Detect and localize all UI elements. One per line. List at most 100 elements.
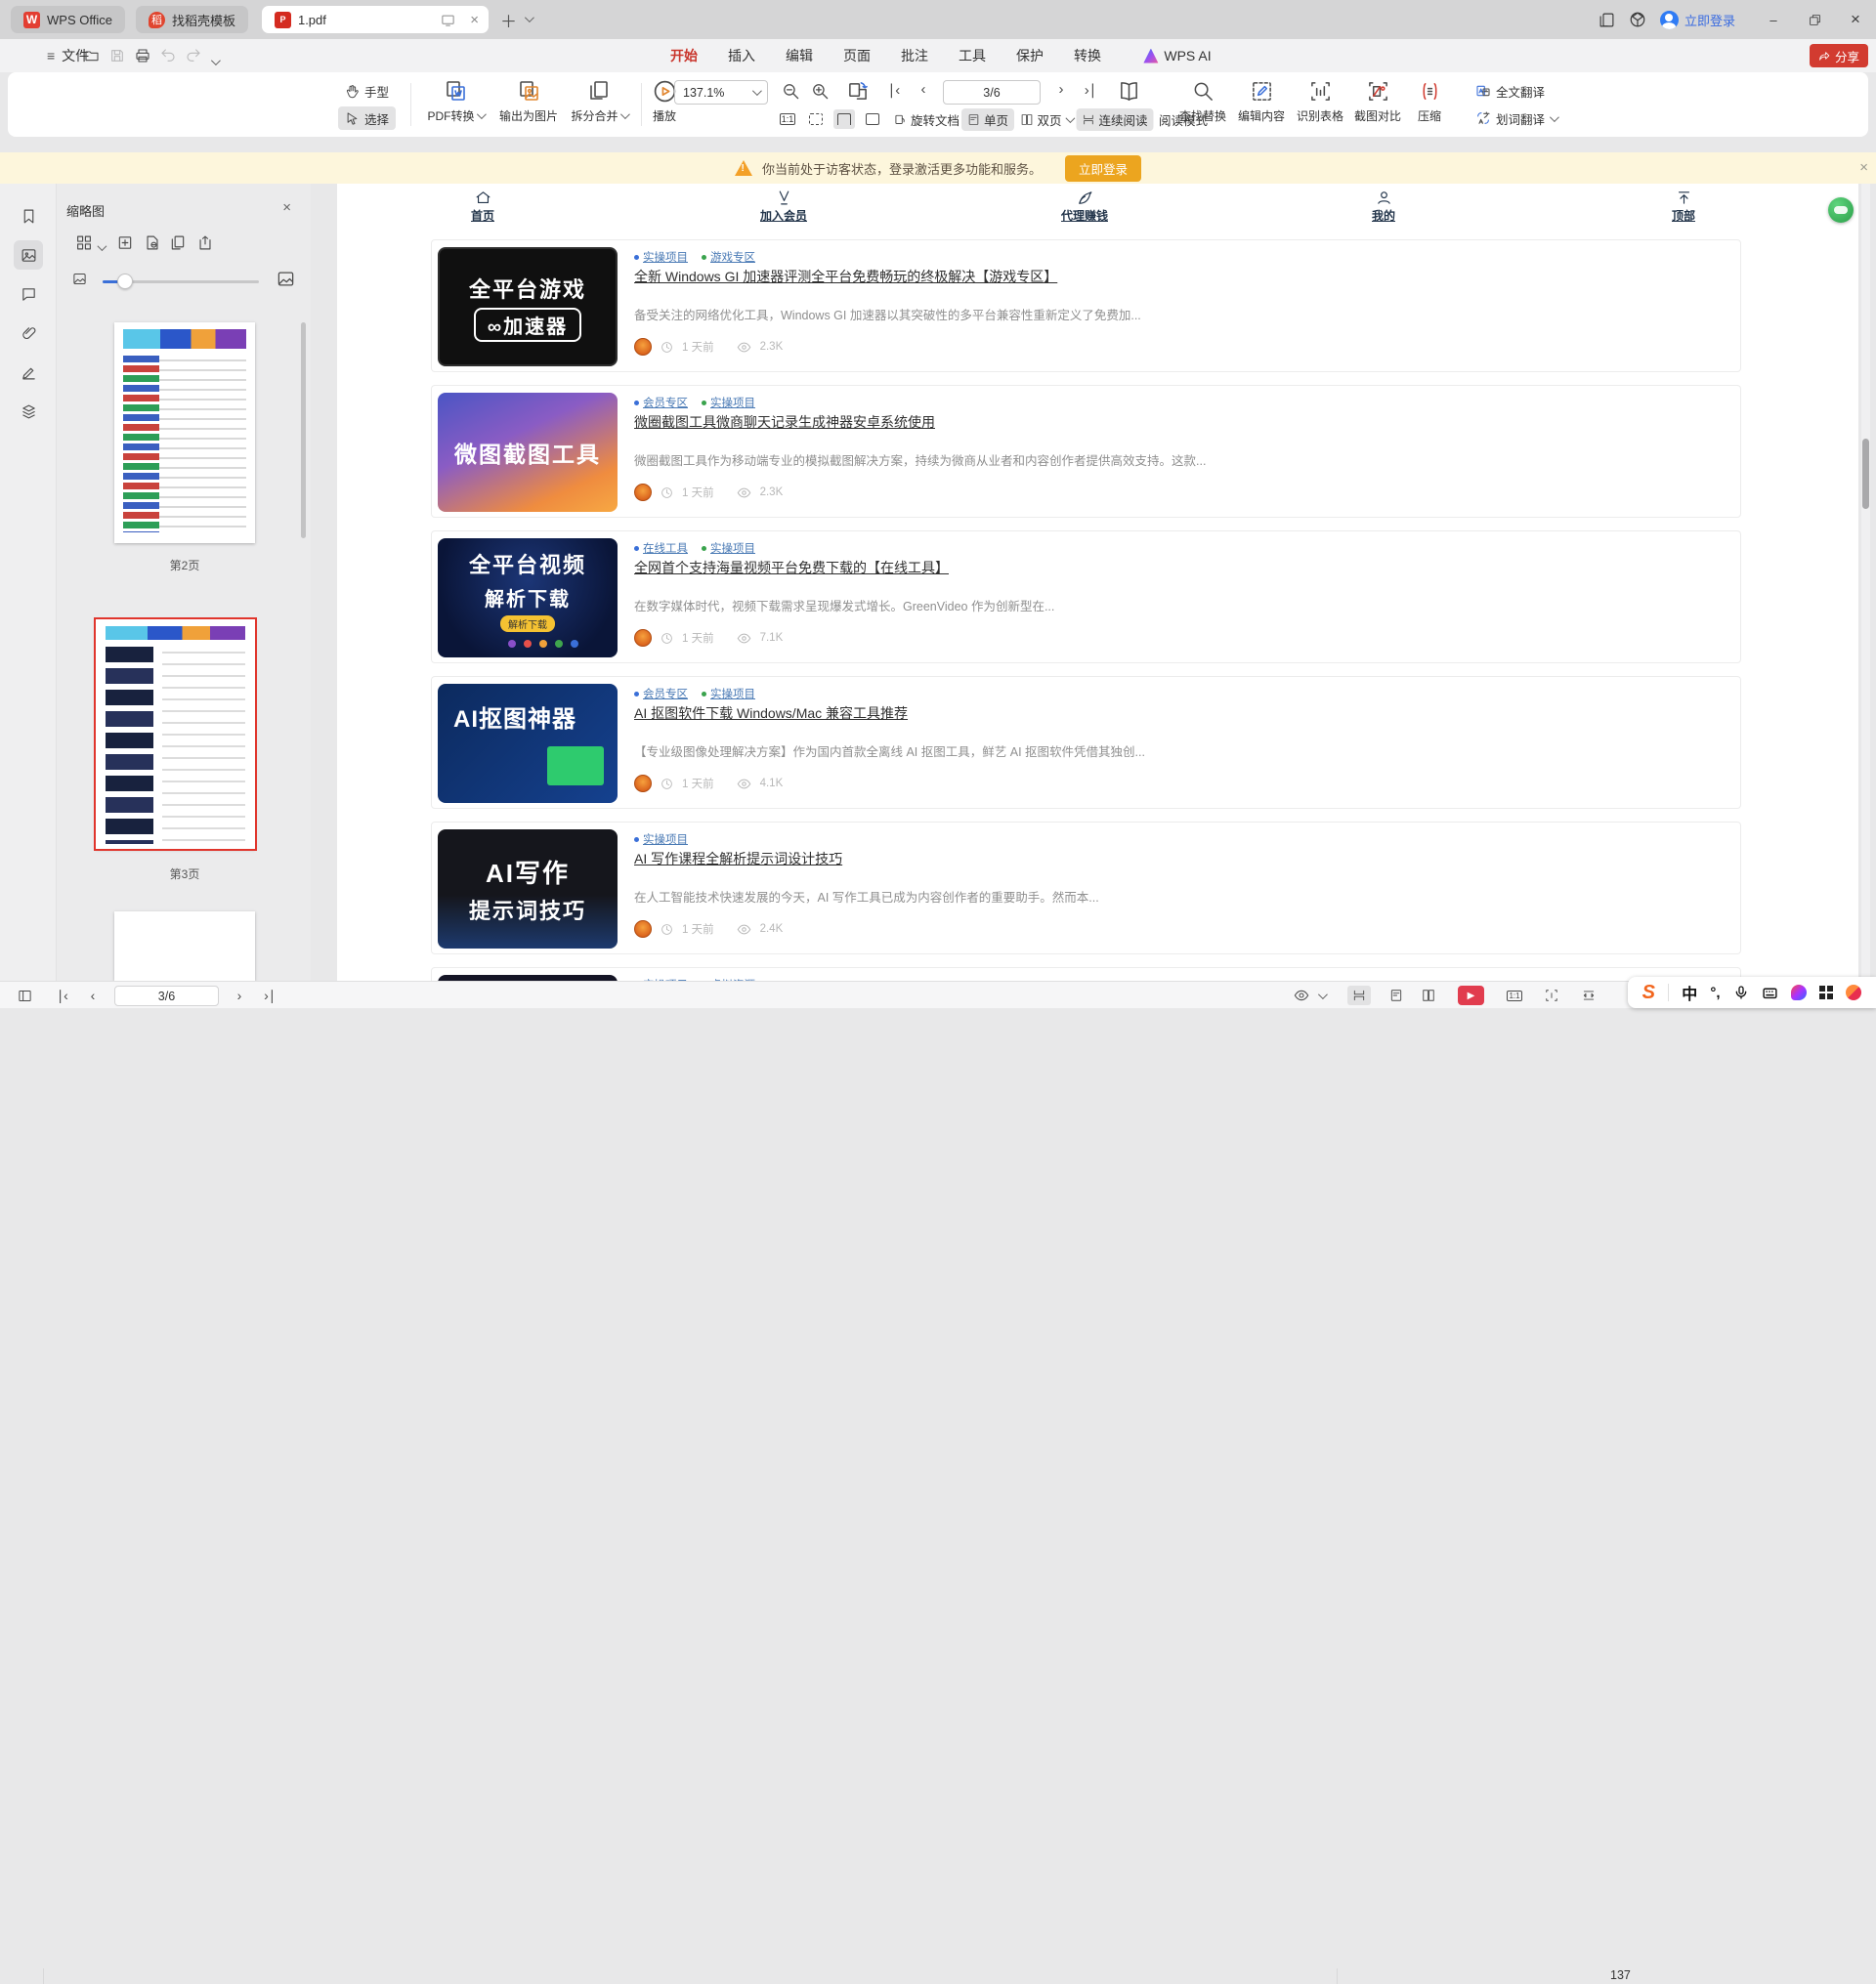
ime-skin-icon[interactable]: [1791, 985, 1807, 1000]
article-thumbnail[interactable]: 微图截图工具: [438, 393, 618, 512]
slider-knob[interactable]: [117, 274, 133, 289]
minimize-button[interactable]: –: [1753, 0, 1794, 39]
double-page-button[interactable]: 双页: [1014, 108, 1078, 131]
read-mode-icon[interactable]: [1118, 80, 1140, 103]
pdfnav-home-link[interactable]: 首页: [439, 190, 527, 224]
redo-icon[interactable]: [186, 48, 201, 63]
menu-insert[interactable]: 插入: [728, 39, 755, 72]
double-page-icon[interactable]: [1417, 986, 1440, 1005]
pdfnav-join-link[interactable]: 加入会员: [740, 190, 828, 224]
first-page-icon[interactable]: ∣‹: [888, 81, 901, 99]
microphone-icon[interactable]: [1733, 985, 1749, 1000]
page-indicator-input[interactable]: 3/6: [943, 80, 1041, 105]
prev-page-icon[interactable]: ‹: [81, 986, 105, 1005]
toggle-sidebar-icon[interactable]: [13, 986, 36, 1005]
menu-tools[interactable]: 工具: [959, 39, 986, 72]
page4-thumbnail[interactable]: [114, 911, 255, 981]
pdf-convert-button[interactable]: PDF转换: [418, 77, 492, 124]
rotate-pages-icon[interactable]: [846, 80, 869, 103]
single-page-icon[interactable]: [1385, 986, 1408, 1005]
pdfnav-mine-link[interactable]: 我的: [1340, 190, 1428, 224]
ime-lang-toggle[interactable]: 中: [1682, 981, 1697, 1004]
zoom-select[interactable]: 137.1%: [674, 80, 768, 105]
signature-panel-icon[interactable]: [14, 358, 43, 387]
close-tab-icon[interactable]: ×: [470, 12, 479, 28]
panel-close-icon[interactable]: ×: [282, 199, 291, 216]
panel-scrollbar[interactable]: [301, 322, 306, 538]
article-tag[interactable]: 会员专区: [634, 395, 688, 410]
article-tag[interactable]: 实操项目: [634, 249, 688, 265]
article-tag[interactable]: 实操项目: [702, 686, 755, 701]
notice-login-button[interactable]: 立即登录: [1065, 155, 1141, 182]
notice-close-icon[interactable]: ×: [1859, 159, 1868, 176]
multi-window-icon[interactable]: [1599, 12, 1615, 28]
enter-reader-icon[interactable]: [441, 13, 455, 27]
last-page-icon[interactable]: ›∣: [1085, 81, 1097, 99]
fit-width-icon[interactable]: [1577, 986, 1600, 1005]
thumbnail-larger-icon[interactable]: [277, 270, 295, 288]
page2-thumbnail[interactable]: [114, 322, 255, 543]
pdfnav-agent-link[interactable]: 代理赚钱: [1041, 190, 1129, 224]
article-thumbnail[interactable]: AI写作 提示词技巧: [438, 829, 618, 949]
open-file-icon[interactable]: [84, 48, 100, 63]
attachment-panel-icon[interactable]: [14, 318, 43, 348]
menu-protect[interactable]: 保护: [1016, 39, 1044, 72]
thumbnail-layout-icon[interactable]: [76, 234, 93, 251]
hand-tool-button[interactable]: 手型: [338, 79, 396, 103]
first-page-icon[interactable]: ∣‹: [51, 986, 74, 1005]
menu-comment[interactable]: 批注: [901, 39, 928, 72]
docer-assistant-button[interactable]: [1828, 197, 1854, 223]
export-image-button[interactable]: 输出为图片: [491, 77, 566, 124]
layers-panel-icon[interactable]: [14, 397, 43, 426]
zoom-out-icon[interactable]: [782, 82, 800, 101]
undo-icon[interactable]: [160, 48, 176, 63]
article-tag[interactable]: 实操项目: [702, 540, 755, 556]
ime-toolbox-icon[interactable]: [1819, 986, 1833, 999]
zoom-in-icon[interactable]: [811, 82, 830, 101]
rotate-current-icon[interactable]: [862, 109, 883, 129]
menu-edit[interactable]: 编辑: [786, 39, 813, 72]
comment-panel-icon[interactable]: [14, 279, 43, 309]
thumbnail-smaller-icon[interactable]: [72, 272, 87, 286]
prev-page-icon[interactable]: ‹: [921, 81, 926, 98]
delete-page-icon[interactable]: [145, 234, 161, 251]
chevron-down-icon[interactable]: [98, 239, 105, 254]
ime-punctuation-toggle[interactable]: °,: [1710, 985, 1720, 1001]
thumbnail-panel-icon[interactable]: [14, 240, 43, 270]
save-icon[interactable]: [109, 48, 125, 63]
main-scrollbar-thumb[interactable]: [1862, 439, 1869, 509]
page3-thumbnail-selected[interactable]: [96, 619, 255, 849]
print-icon[interactable]: [135, 48, 150, 63]
page-indicator-input[interactable]: 3/6: [114, 986, 219, 1006]
autoplay-button[interactable]: ▶: [1458, 986, 1484, 1005]
share-button[interactable]: 分享: [1810, 44, 1868, 67]
restore-button[interactable]: [1794, 0, 1835, 39]
select-tool-button[interactable]: 选择: [338, 106, 396, 130]
last-page-icon[interactable]: ›∣: [258, 986, 281, 1005]
article-thumbnail[interactable]: 全平台视频 解析下载 解析下载: [438, 538, 618, 657]
close-window-button[interactable]: ×: [1835, 0, 1876, 39]
copy-page-icon[interactable]: [170, 234, 187, 251]
ime-emoji-icon[interactable]: [1846, 985, 1861, 1000]
tab-docer[interactable]: 稻 找稻壳模板: [136, 6, 248, 33]
full-translate-button[interactable]: 全文翻译: [1469, 79, 1552, 103]
menu-wps-ai[interactable]: WPS AI: [1143, 39, 1211, 72]
sogou-logo-icon[interactable]: S: [1642, 982, 1655, 1004]
new-tab-button[interactable]: ＋: [500, 8, 517, 32]
article-title-link[interactable]: AI 抠图软件下载 Windows/Mac 兼容工具推荐: [634, 703, 908, 723]
fit-width-icon[interactable]: [833, 109, 855, 129]
next-page-icon[interactable]: ›: [228, 986, 251, 1005]
article-tag[interactable]: 在线工具: [634, 540, 688, 556]
fit-page-icon[interactable]: [805, 109, 827, 129]
split-merge-button[interactable]: 拆分合并: [562, 77, 636, 124]
article-title-link[interactable]: 全网首个支持海量视频平台免费下载的【在线工具】: [634, 558, 949, 577]
actual-size-icon[interactable]: 1:1: [1503, 986, 1526, 1005]
article-tag[interactable]: 实操项目: [634, 831, 688, 847]
bookmark-panel-icon[interactable]: [14, 201, 43, 231]
workspace-box-icon[interactable]: [1629, 11, 1646, 28]
continuous-read-button[interactable]: 连续阅读: [1076, 108, 1153, 131]
fit-page-icon[interactable]: [1540, 986, 1563, 1005]
single-page-button[interactable]: 单页: [961, 108, 1014, 131]
menu-home[interactable]: 开始: [670, 39, 698, 72]
article-title-link[interactable]: 全新 Windows GI 加速器评测全平台免费畅玩的终极解决【游戏专区】: [634, 267, 1057, 286]
